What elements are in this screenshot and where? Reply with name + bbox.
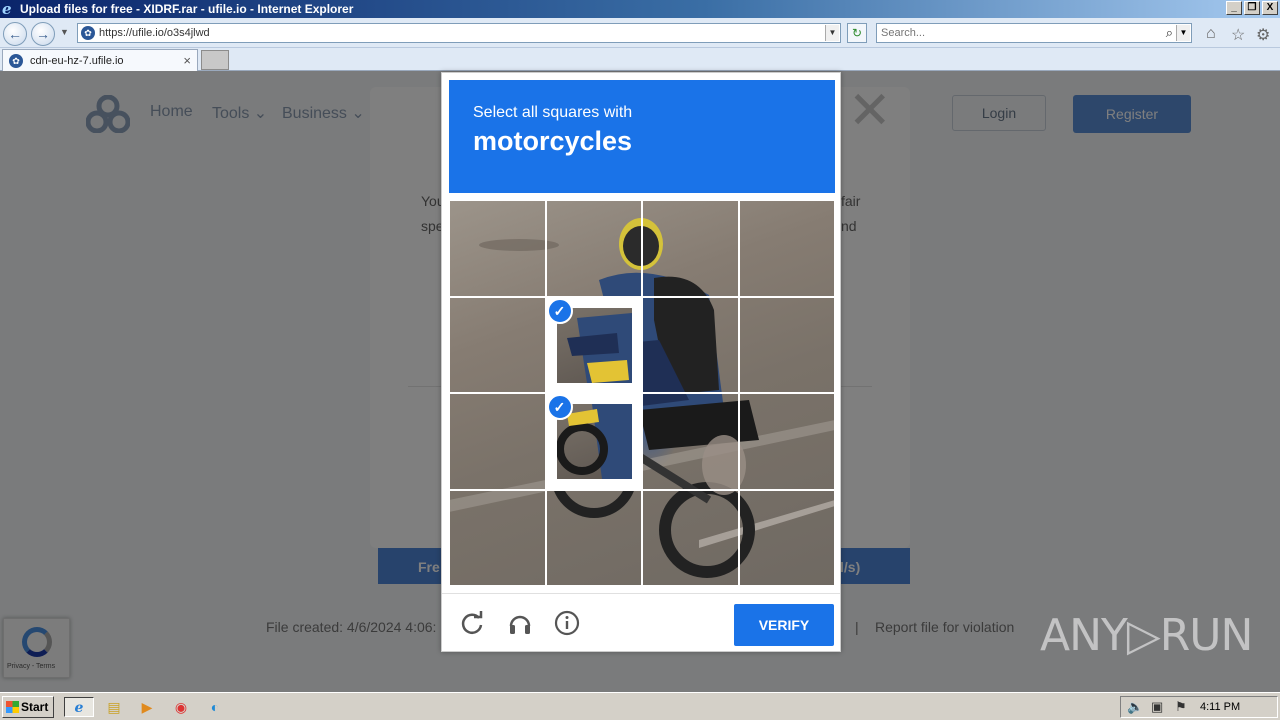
taskbar-clock[interactable]: 4:11 PM: [1200, 701, 1240, 713]
start-label: Start: [21, 700, 49, 714]
start-button[interactable]: Start: [2, 696, 54, 718]
tile-3[interactable]: [642, 200, 739, 297]
tile-7[interactable]: [642, 296, 739, 393]
tile-5[interactable]: [449, 296, 546, 393]
minimize-button[interactable]: _: [1226, 1, 1242, 15]
search-input[interactable]: [881, 26, 1151, 40]
challenge-footer: VERIFY: [442, 593, 840, 651]
window-titlebar: e Upload files for free - XIDRF.rar - uf…: [0, 0, 1280, 18]
tile-16[interactable]: [738, 489, 835, 586]
site-favicon-icon: ✿: [81, 26, 95, 40]
verify-button[interactable]: VERIFY: [734, 604, 834, 646]
selected-check-icon: ✓: [546, 394, 573, 420]
new-tab-button[interactable]: [201, 50, 229, 70]
headphones-icon[interactable]: [507, 610, 533, 636]
tile-4[interactable]: [738, 200, 835, 297]
tab-bar: ✿ cdn-eu-hz-7.ufile.io ×: [0, 48, 1280, 71]
close-window-button[interactable]: X: [1262, 1, 1278, 15]
challenge-instruction: Select all squares with: [473, 104, 633, 121]
address-url[interactable]: https://ufile.io/o3s4jlwd: [99, 27, 210, 39]
taskbar-ie-icon[interactable]: e: [64, 697, 94, 717]
ie-logo-icon: e: [2, 0, 12, 18]
tab-close-icon[interactable]: ×: [183, 53, 191, 68]
forward-button[interactable]: →: [31, 22, 55, 46]
search-icon[interactable]: ⌕: [1166, 25, 1173, 41]
challenge-target: motorcycles: [473, 126, 633, 156]
taskbar-media-player-icon[interactable]: ▶: [137, 697, 157, 717]
history-dropdown-icon[interactable]: ▼: [60, 27, 69, 37]
anyrun-watermark: ANY▷RUN: [1040, 610, 1253, 661]
back-button[interactable]: ←: [3, 22, 27, 46]
favorites-star-icon[interactable]: ☆: [1231, 25, 1245, 45]
address-bar[interactable]: ✿ https://ufile.io/o3s4jlwd ▼: [77, 23, 841, 43]
volume-icon[interactable]: 🔈: [1127, 699, 1143, 715]
challenge-image-grid: ✓ ✓: [449, 200, 835, 586]
tile-11[interactable]: [642, 393, 739, 490]
tab-favicon-icon: ✿: [9, 54, 23, 68]
tile-14[interactable]: [545, 489, 642, 586]
tile-10-selected[interactable]: ✓: [545, 393, 642, 490]
challenge-header: Select all squares with motorcycles: [449, 80, 835, 193]
tile-9[interactable]: [449, 393, 546, 490]
taskbar-edge-icon[interactable]: ◐: [205, 697, 225, 717]
refresh-button[interactable]: ↻: [847, 23, 867, 43]
system-tray: 🔈 ▣ ⚑ 4:11 PM: [1120, 696, 1278, 718]
tile-8[interactable]: [738, 296, 835, 393]
taskbar-explorer-icon[interactable]: ▤: [104, 697, 124, 717]
search-dropdown-icon[interactable]: ▼: [1176, 25, 1190, 41]
info-icon[interactable]: [554, 610, 580, 636]
action-center-flag-icon[interactable]: ⚑: [1175, 699, 1187, 715]
tile-13[interactable]: [449, 489, 546, 586]
network-icon[interactable]: ▣: [1151, 699, 1163, 715]
tile-6-selected[interactable]: ✓: [545, 296, 642, 393]
tile-2[interactable]: [545, 200, 642, 297]
navigation-bar: ← → ▼ ✿ https://ufile.io/o3s4jlwd ▼ ↻ ⌕ …: [0, 18, 1280, 48]
taskbar: Start e ▤ ▶ ◉ ◐ 🔈 ▣ ⚑ 4:11 PM: [0, 692, 1280, 720]
window-title: Upload files for free - XIDRF.rar - ufil…: [20, 2, 354, 16]
reload-icon[interactable]: [459, 610, 485, 636]
tools-gear-icon[interactable]: ⚙: [1256, 25, 1270, 45]
tab-ufile[interactable]: ✿ cdn-eu-hz-7.ufile.io ×: [2, 49, 198, 71]
tile-12[interactable]: [738, 393, 835, 490]
tile-15[interactable]: [642, 489, 739, 586]
taskbar-chrome-icon[interactable]: ◉: [171, 697, 191, 717]
windows-flag-icon: [6, 701, 19, 713]
tile-1[interactable]: [449, 200, 546, 297]
address-dropdown-icon[interactable]: ▼: [825, 25, 839, 41]
home-icon[interactable]: ⌂: [1206, 25, 1216, 43]
tab-label: cdn-eu-hz-7.ufile.io: [30, 55, 124, 67]
maximize-button[interactable]: ❐: [1244, 1, 1260, 15]
search-box[interactable]: ⌕ ▼: [876, 23, 1192, 43]
selected-check-icon: ✓: [546, 297, 573, 324]
captcha-challenge: Select all squares with motorcycles ✓ ✓ …: [441, 72, 841, 652]
